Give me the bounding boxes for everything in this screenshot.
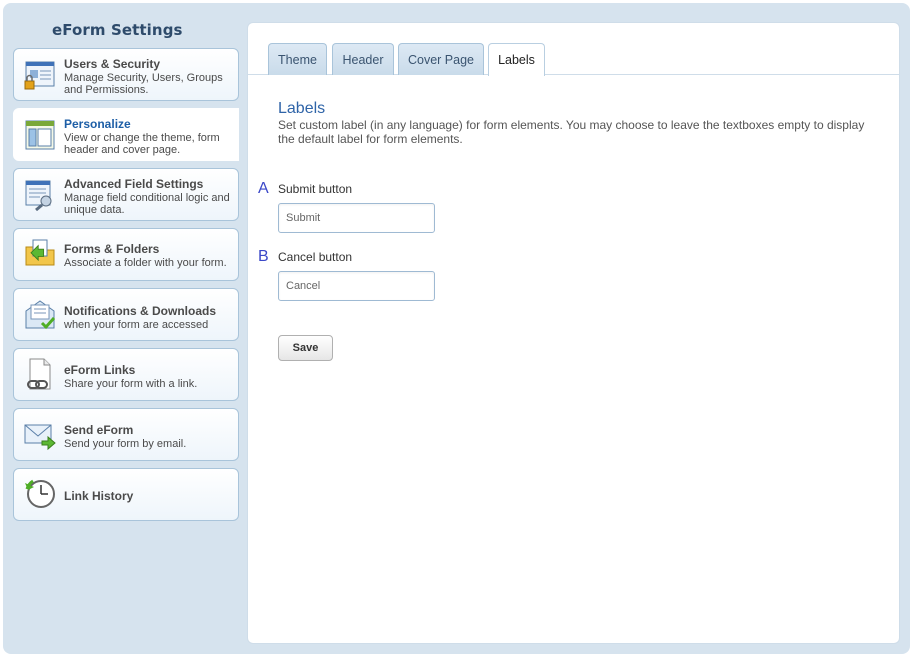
tab-cover-page[interactable]: Cover Page [398,43,484,75]
sidebar-item-advanced-field-settings[interactable]: Advanced Field Settings Manage field con… [13,168,239,221]
submit-button-label: Submit button [278,182,353,196]
cancel-button-label: Cancel button [278,250,353,264]
sidebar-item-desc: Share your form with a link. [64,378,198,390]
sidebar-item-desc: Associate a folder with your form. [64,257,227,269]
notification-icon [23,298,57,332]
email-icon [23,418,57,452]
sidebar-item-desc: Send your form by email. [64,438,187,450]
main-panel: Theme Header Cover Page Labels Labels Se… [247,22,900,644]
sidebar-item-label: Personalize [64,117,131,131]
sidebar-item-link-history[interactable]: Link History [13,468,239,521]
field-marker: B [258,248,269,265]
submit-label-input[interactable] [278,203,435,233]
users-security-icon [23,58,57,92]
sidebar-item-desc: View or change the theme, form header an… [64,132,220,156]
sidebar-item-label: Send eForm [64,423,134,437]
sidebar-item-desc: Manage Security, Users, Groups and Permi… [64,72,223,96]
sidebar-item-forms-folders[interactable]: Forms & Folders Associate a folder with … [13,228,239,281]
section-title: Labels [278,100,326,117]
sidebar-item-users-security[interactable]: Users & Security Manage Security, Users,… [13,48,239,101]
field-marker: A [258,180,269,197]
sidebar-item-label: Forms & Folders [64,242,160,256]
sidebar-item-desc: when your form are accessed [64,319,209,331]
sidebar-item-label: Advanced Field Settings [64,177,204,191]
link-icon [23,358,57,392]
tab-bar: Theme Header Cover Page Labels [248,23,899,76]
sidebar-item-personalize[interactable]: Personalize View or change the theme, fo… [13,108,239,161]
tab-header[interactable]: Header [332,43,394,75]
sidebar-item-label: Link History [64,489,134,503]
sidebar-item-eform-links[interactable]: eForm Links Share your form with a link. [13,348,239,401]
clock-icon [23,477,57,511]
folder-icon [23,236,57,270]
save-button[interactable]: Save [278,335,333,361]
sidebar-item-label: Notifications & Downloads [64,304,217,318]
sidebar-item-send-eform[interactable]: Send eForm Send your form by email. [13,408,239,461]
tab-labels[interactable]: Labels [488,43,545,76]
advanced-settings-icon [23,178,57,212]
section-description: Set custom label (in any language) for f… [278,118,865,146]
sidebar-title: eForm Settings [52,21,183,39]
sidebar-item-label: eForm Links [64,363,136,377]
sidebar-item-notifications-downloads[interactable]: Notifications & Downloads when your form… [13,288,239,341]
cancel-label-input[interactable] [278,271,435,301]
sidebar-item-desc: Manage field conditional logic and uniqu… [64,192,230,216]
personalize-icon [23,118,57,152]
sidebar-item-label: Users & Security [64,57,161,71]
tab-theme[interactable]: Theme [268,43,327,75]
